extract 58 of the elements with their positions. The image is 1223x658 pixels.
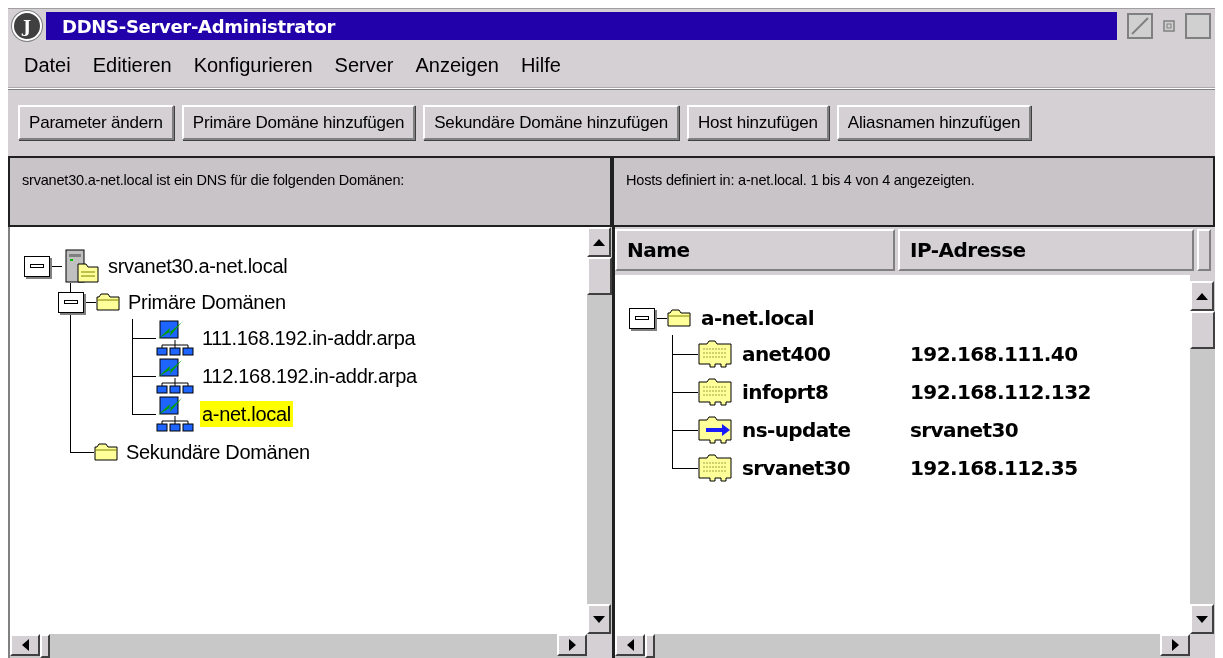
host-name[interactable]: infoprt8 xyxy=(740,380,831,404)
menu-item[interactable]: Editieren xyxy=(82,49,184,81)
toolbar-button[interactable]: Primäre Domäne hinzufügen xyxy=(181,105,416,140)
scroll-right-button[interactable] xyxy=(1160,634,1190,656)
pane-caption: srvanet30.a-net.local ist ein DNS für die folgenden Domänen: xyxy=(22,172,405,188)
scroll-down-button[interactable] xyxy=(587,604,611,634)
menu-item[interactable]: Datei xyxy=(14,49,83,81)
scroll-left-button[interactable] xyxy=(10,634,40,656)
host-name[interactable]: srvanet30 xyxy=(740,456,853,480)
toolbar-button[interactable]: Host hinzufügen xyxy=(686,105,829,140)
toolbar-button[interactable]: Sekundäre Domäne hinzufügen xyxy=(423,105,679,140)
scroll-right-icon xyxy=(1169,637,1181,653)
pane-caption: Hosts definiert in: a-net.local. 1 bis 4 von 4 angezeigten. xyxy=(626,172,975,188)
menu-item[interactable]: Hilfe xyxy=(510,49,573,81)
scroll-left-button[interactable] xyxy=(615,634,645,656)
column-header[interactable]: Name xyxy=(615,229,895,271)
window-menu-icon[interactable] xyxy=(1127,13,1153,39)
network-zone-icon xyxy=(156,358,194,394)
ip-address: 192.168.111.40 xyxy=(909,342,1078,366)
scrollbar-thumb[interactable] xyxy=(587,257,612,295)
column-header[interactable] xyxy=(1197,229,1211,271)
menu-item[interactable]: Konfigurieren xyxy=(183,49,325,81)
tree-item[interactable]: a-net.local xyxy=(200,401,293,427)
scrollbar-thumb[interactable] xyxy=(645,634,655,658)
collapse-toggle[interactable] xyxy=(24,255,50,277)
tree-item[interactable]: Sekundäre Domänen xyxy=(124,439,312,465)
tree-item[interactable]: 111.168.192.in-addr.arpa xyxy=(200,325,418,351)
column-header[interactable]: IP-Adresse xyxy=(898,229,1194,271)
scroll-down-icon xyxy=(591,613,607,625)
host-name[interactable]: anet400 xyxy=(740,342,833,366)
scroll-up-button[interactable] xyxy=(1190,281,1214,311)
scroll-down-button[interactable] xyxy=(1190,604,1214,634)
ip-address: srvanet30 xyxy=(909,418,1019,442)
network-zone-icon xyxy=(156,320,194,356)
scroll-up-button[interactable] xyxy=(587,227,611,257)
tree-item[interactable]: 112.168.192.in-addr.arpa xyxy=(200,363,419,389)
collapse-toggle[interactable] xyxy=(58,291,84,313)
scroll-right-icon xyxy=(566,637,578,653)
menu-item[interactable]: Server xyxy=(324,49,406,81)
server-icon xyxy=(62,248,100,284)
app-logo-icon: J xyxy=(12,11,42,41)
collapse-toggle[interactable] xyxy=(629,307,655,329)
ip-address: 192.168.112.35 xyxy=(909,456,1078,480)
host-name[interactable]: ns-update xyxy=(740,418,853,442)
tree-item[interactable]: a-net.local xyxy=(699,305,816,331)
toolbar-button[interactable]: Parameter ändern xyxy=(18,105,174,140)
scrollbar-thumb[interactable] xyxy=(1190,311,1215,349)
scrollbar-thumb[interactable] xyxy=(40,634,50,658)
menu-item[interactable]: Anzeigen xyxy=(405,49,511,81)
window-title: DDNS-Server-Administrator xyxy=(46,12,1117,40)
toolbar-button[interactable]: Aliasnamen hinzufügen xyxy=(836,105,1032,140)
scroll-right-button[interactable] xyxy=(557,634,587,656)
network-zone-icon xyxy=(156,396,194,432)
maximize-icon[interactable] xyxy=(1185,13,1211,39)
tree-item[interactable]: srvanet30.a-net.local xyxy=(106,253,290,279)
ip-address: 192.168.112.132 xyxy=(909,380,1091,404)
scroll-down-icon xyxy=(1194,613,1210,625)
tree-item[interactable]: Primäre Domänen xyxy=(126,289,288,315)
